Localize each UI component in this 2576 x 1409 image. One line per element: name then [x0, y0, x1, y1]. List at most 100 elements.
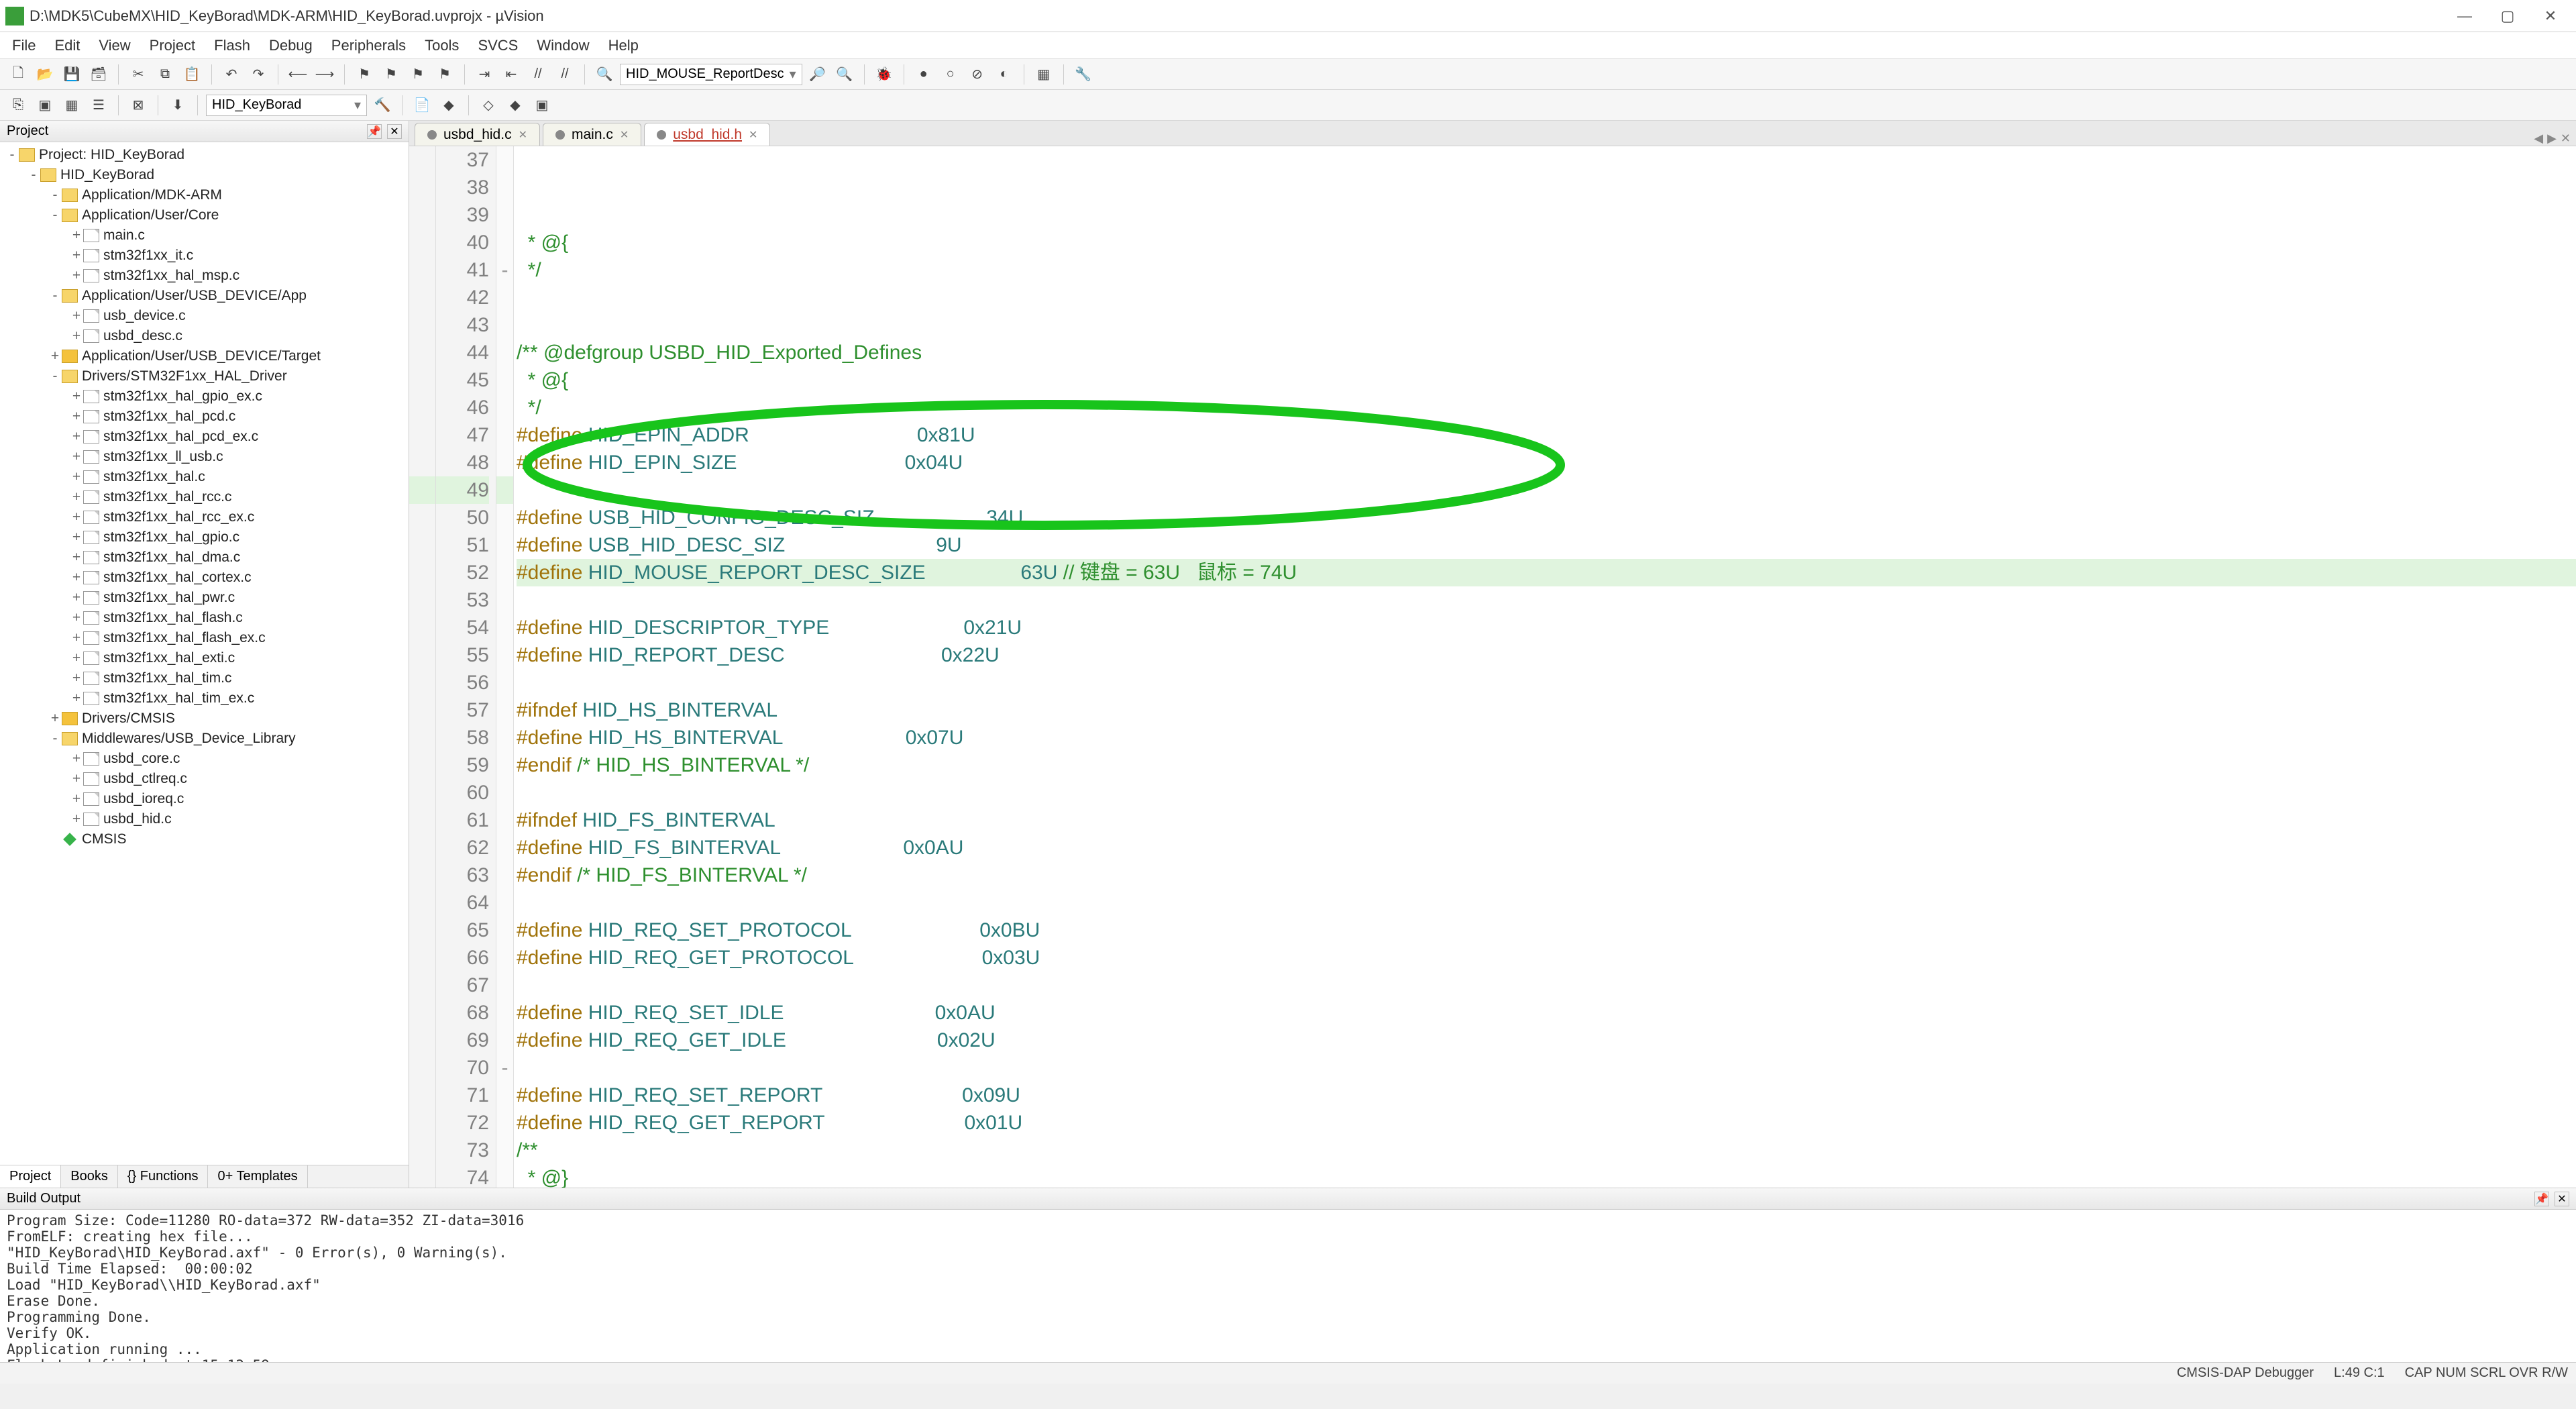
panel-close-icon[interactable]: ✕: [2555, 1192, 2569, 1206]
translate-icon[interactable]: ⎘: [7, 94, 30, 117]
menu-svcs[interactable]: SVCS: [478, 37, 518, 54]
tree-node[interactable]: +stm32f1xx_hal_msp.c: [0, 266, 409, 286]
tab-nav-right-icon[interactable]: ▶: [2547, 132, 2557, 146]
menu-edit[interactable]: Edit: [54, 37, 80, 54]
redo-icon[interactable]: ↷: [247, 63, 270, 86]
menu-file[interactable]: File: [12, 37, 36, 54]
tree-node[interactable]: +stm32f1xx_hal_rcc_ex.c: [0, 507, 409, 527]
tree-node[interactable]: CMSIS: [0, 829, 409, 849]
indent-icon[interactable]: ⇥: [473, 63, 496, 86]
project-tab[interactable]: {} Functions: [118, 1165, 209, 1188]
tree-node[interactable]: +main.c: [0, 225, 409, 246]
project-tab[interactable]: 0+ Templates: [208, 1165, 307, 1188]
project-tab[interactable]: Project: [0, 1165, 61, 1188]
editor-tab[interactable]: usbd_hid.h✕: [644, 123, 770, 146]
download-icon[interactable]: ⬇: [166, 94, 189, 117]
tree-node[interactable]: +usbd_ioreq.c: [0, 789, 409, 809]
panel-pin-icon[interactable]: 📌: [2534, 1192, 2549, 1206]
tree-node[interactable]: +stm32f1xx_hal_tim.c: [0, 668, 409, 688]
breakpoint-icon[interactable]: ●: [912, 63, 935, 86]
find-in-files-icon[interactable]: 🔎: [806, 63, 829, 86]
pack-icon[interactable]: ◇: [477, 94, 500, 117]
menu-flash[interactable]: Flash: [214, 37, 250, 54]
tree-node[interactable]: +stm32f1xx_hal_pcd_ex.c: [0, 427, 409, 447]
nav-fwd-icon[interactable]: ⟶: [313, 63, 336, 86]
outdent-icon[interactable]: ⇤: [500, 63, 523, 86]
tree-node[interactable]: +stm32f1xx_hal_exti.c: [0, 648, 409, 668]
manage-icon[interactable]: ◆: [437, 94, 460, 117]
menu-help[interactable]: Help: [608, 37, 639, 54]
maximize-button[interactable]: ▢: [2496, 4, 2520, 28]
project-tab[interactable]: Books: [61, 1165, 118, 1188]
breakpoint-kill-icon[interactable]: ⊘: [966, 63, 989, 86]
tab-close-icon[interactable]: ✕: [519, 128, 527, 142]
tab-close-icon[interactable]: ✕: [2561, 132, 2571, 146]
configure-icon[interactable]: 🔧: [1072, 63, 1095, 86]
code-editor[interactable]: 3738394041424344454647484950515253545556…: [409, 146, 2576, 1188]
tree-node[interactable]: -Middlewares/USB_Device_Library: [0, 729, 409, 749]
tree-node[interactable]: +usbd_desc.c: [0, 326, 409, 346]
pack-installer-icon[interactable]: ◆: [504, 94, 527, 117]
tree-node[interactable]: +usbd_hid.c: [0, 809, 409, 829]
batch-build-icon[interactable]: ☰: [87, 94, 110, 117]
project-tree[interactable]: -Project: HID_KeyBorad-HID_KeyBorad-Appl…: [0, 142, 409, 1165]
tree-node[interactable]: -Project: HID_KeyBorad: [0, 145, 409, 165]
paste-icon[interactable]: 📋: [180, 63, 203, 86]
save-all-icon[interactable]: 🗃: [87, 63, 110, 86]
bookmark-icon[interactable]: ⚑: [353, 63, 376, 86]
breakpoint-disable-icon[interactable]: ○: [939, 63, 962, 86]
tree-node[interactable]: +usb_device.c: [0, 306, 409, 326]
stop-build-icon[interactable]: ⊠: [127, 94, 150, 117]
tab-close-icon[interactable]: ✕: [749, 128, 757, 142]
undo-icon[interactable]: ↶: [220, 63, 243, 86]
comment-icon[interactable]: //: [527, 63, 549, 86]
bookmark-clear-icon[interactable]: ⚑: [433, 63, 456, 86]
tree-node[interactable]: +Drivers/CMSIS: [0, 709, 409, 729]
rtx-icon[interactable]: ▣: [531, 94, 553, 117]
close-button[interactable]: ✕: [2538, 4, 2563, 28]
tree-node[interactable]: +stm32f1xx_hal_pcd.c: [0, 407, 409, 427]
menu-peripherals[interactable]: Peripherals: [331, 37, 406, 54]
editor-tab[interactable]: usbd_hid.c✕: [415, 123, 540, 146]
incremental-find-icon[interactable]: 🔍: [833, 63, 856, 86]
tree-node[interactable]: +stm32f1xx_hal_gpio.c: [0, 527, 409, 547]
new-file-icon[interactable]: 🗋: [7, 63, 30, 86]
tree-node[interactable]: +stm32f1xx_hal_cortex.c: [0, 568, 409, 588]
tree-node[interactable]: -HID_KeyBorad: [0, 165, 409, 185]
tab-close-icon[interactable]: ✕: [620, 128, 629, 142]
bookmark-prev-icon[interactable]: ⚑: [380, 63, 402, 86]
menu-project[interactable]: Project: [150, 37, 195, 54]
tree-node[interactable]: +stm32f1xx_hal.c: [0, 467, 409, 487]
tree-node[interactable]: -Drivers/STM32F1xx_HAL_Driver: [0, 366, 409, 386]
tree-node[interactable]: +stm32f1xx_hal_rcc.c: [0, 487, 409, 507]
tree-node[interactable]: +stm32f1xx_hal_pwr.c: [0, 588, 409, 608]
tree-node[interactable]: +stm32f1xx_ll_usb.c: [0, 447, 409, 467]
tree-node[interactable]: +usbd_ctlreq.c: [0, 769, 409, 789]
minimize-button[interactable]: ―: [2453, 4, 2477, 28]
copy-icon[interactable]: ⧉: [154, 63, 176, 86]
build-output-text[interactable]: Program Size: Code=11280 RO-data=372 RW-…: [0, 1210, 2576, 1362]
debug-icon[interactable]: 🐞: [873, 63, 896, 86]
tree-node[interactable]: -Application/User/USB_DEVICE/App: [0, 286, 409, 306]
file-ext-icon[interactable]: 📄: [411, 94, 433, 117]
tree-node[interactable]: -Application/User/Core: [0, 205, 409, 225]
menu-debug[interactable]: Debug: [269, 37, 313, 54]
menu-tools[interactable]: Tools: [425, 37, 459, 54]
uncomment-icon[interactable]: //: [553, 63, 576, 86]
tab-nav-left-icon[interactable]: ◀: [2534, 132, 2543, 146]
tree-node[interactable]: +stm32f1xx_hal_flash.c: [0, 608, 409, 628]
open-file-icon[interactable]: 📂: [34, 63, 56, 86]
tree-node[interactable]: +usbd_core.c: [0, 749, 409, 769]
save-icon[interactable]: 💾: [60, 63, 83, 86]
find-icon[interactable]: 🔍: [593, 63, 616, 86]
tree-node[interactable]: -Application/MDK-ARM: [0, 185, 409, 205]
menu-view[interactable]: View: [99, 37, 130, 54]
target-combo[interactable]: HID_KeyBorad: [206, 95, 367, 116]
build-icon[interactable]: ▣: [34, 94, 56, 117]
tree-node[interactable]: +stm32f1xx_hal_gpio_ex.c: [0, 386, 409, 407]
tree-node[interactable]: +stm32f1xx_it.c: [0, 246, 409, 266]
target-options-icon[interactable]: 🔨: [371, 94, 394, 117]
tree-node[interactable]: +stm32f1xx_hal_dma.c: [0, 547, 409, 568]
bookmark-next-icon[interactable]: ⚑: [407, 63, 429, 86]
cut-icon[interactable]: ✂: [127, 63, 150, 86]
